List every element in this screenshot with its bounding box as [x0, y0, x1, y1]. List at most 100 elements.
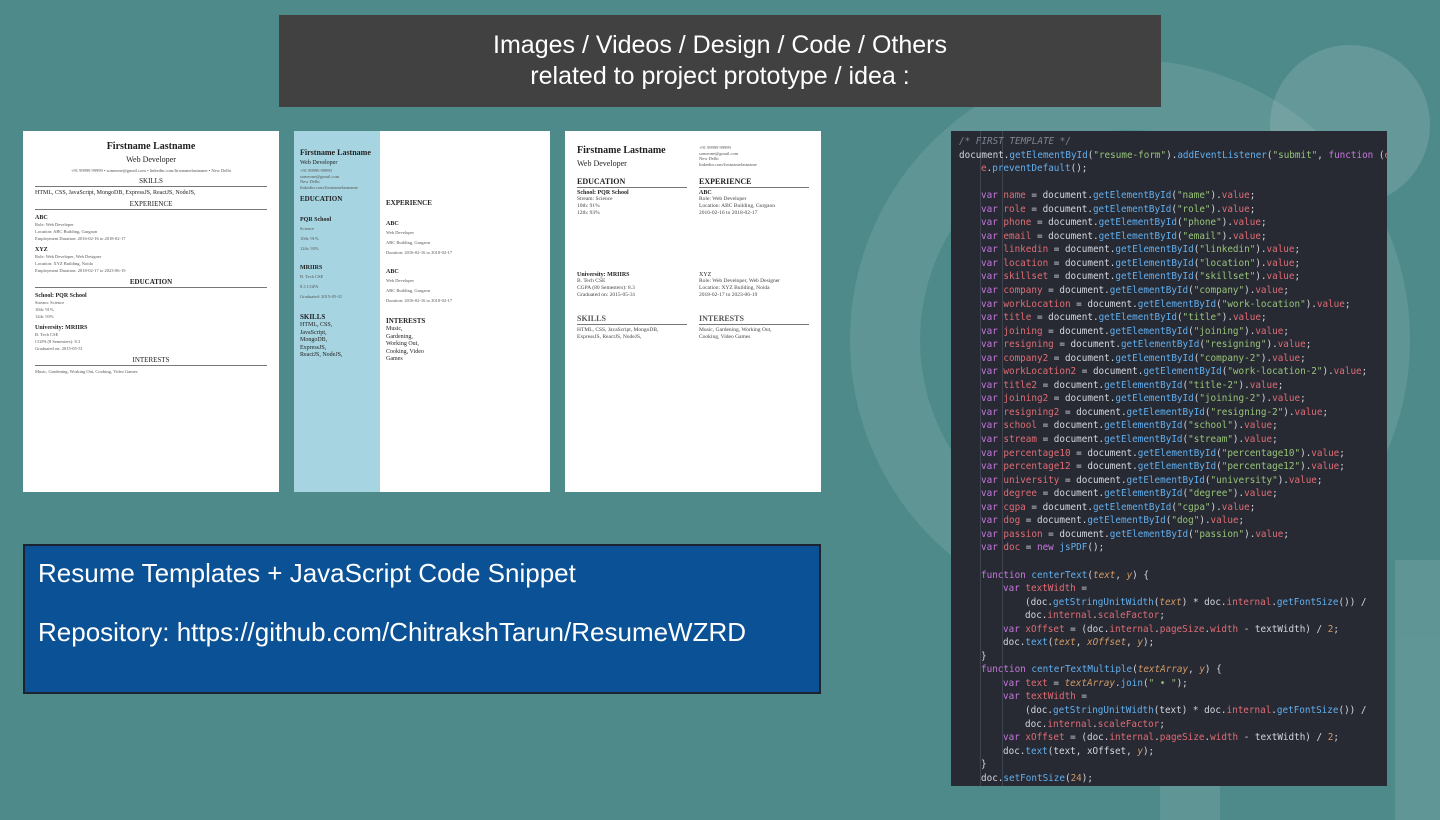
code-token: ). [1255, 257, 1267, 269]
code-token: setFontSize [1003, 772, 1065, 784]
code-token: ; [1159, 718, 1165, 730]
code-token: value [1221, 203, 1250, 215]
code-token: = document. [1025, 190, 1093, 202]
code-token: value [1288, 474, 1317, 486]
code-token: getElementById [1092, 203, 1172, 215]
code-token: getElementById [1087, 515, 1166, 527]
code-token: getElementById [1115, 244, 1194, 256]
code-token: doc. [1025, 718, 1048, 730]
code-token: ); [1142, 637, 1155, 649]
code-token: getElementById [1120, 339, 1200, 351]
code-token: value [1210, 515, 1239, 527]
code-token: stream [1003, 434, 1037, 446]
code-token: "role" [1176, 203, 1211, 215]
code-token: ; [1333, 732, 1339, 744]
code-token: dog [1003, 515, 1021, 527]
code-token: ). [1221, 217, 1233, 229]
code-token: getElementById [1143, 366, 1222, 378]
code-token: = document. [1036, 488, 1105, 500]
resume-right-column: EXPERIENCE ABC Web Developer ABC Buildin… [386, 131, 546, 364]
code-token: title2 [1003, 379, 1037, 391]
code-token: = document. [1070, 447, 1138, 459]
code-token: "dog" [1171, 515, 1200, 527]
code-token: getElementById [1115, 352, 1194, 364]
code-token: resigning2 [1003, 406, 1060, 418]
code-token: workLocation [1003, 298, 1071, 310]
code-token: "title" [1182, 312, 1222, 324]
code-token: ). [1199, 515, 1211, 527]
job-company: ABC [386, 269, 399, 275]
code-token: = document. [1020, 515, 1088, 527]
code-token: = document. [1042, 285, 1110, 297]
code-token: resigning [1003, 339, 1054, 351]
job-detail: Duration: 2016-02-16 to 2018-02-17 [386, 250, 453, 255]
code-token: getElementById [1126, 474, 1205, 486]
header-line-2: related to project prototype / idea : [530, 62, 910, 90]
code-token: ; [1283, 528, 1289, 540]
code-token: getElementById [1137, 298, 1217, 310]
code-token: , [1126, 637, 1138, 649]
resume-contact: +91 99999 99999 someone@gmail.com New De… [300, 168, 378, 190]
section-heading-skills: SKILLS [300, 313, 326, 321]
section-heading-skills: SKILLS [577, 314, 687, 325]
university-detail: B. Tech CSE [577, 278, 606, 284]
code-token: ). [1244, 528, 1256, 540]
code-token: getElementById [1098, 217, 1177, 229]
code-token: ); [1081, 772, 1093, 784]
interests-line: Gardening, [386, 333, 413, 340]
code-token: "passion" [1193, 528, 1245, 540]
code-token: ). [1210, 501, 1222, 513]
repository-link[interactable]: Repository: https://github.com/Chitraksh… [38, 617, 746, 648]
job-detail: Employment Duration: 2016-02-16 to 2018-… [35, 236, 126, 241]
code-token: location [1003, 257, 1049, 269]
code-token: "name" [1176, 190, 1211, 202]
code-token: = document. [1031, 230, 1099, 242]
code-token: = document. [1070, 461, 1138, 473]
code-token: ). [1238, 379, 1250, 391]
code-token: 24 [1070, 772, 1082, 784]
code-token: var [1003, 677, 1026, 689]
code-token: ). [1221, 230, 1233, 242]
code-token: value [1311, 447, 1340, 459]
code-token: centerTextMultiple [1031, 664, 1133, 676]
code-token: "percentage10" [1221, 447, 1301, 459]
resume-name: Firstname Lastname [106, 141, 196, 152]
code-token: doc [1003, 542, 1021, 554]
code-token: ) { [1204, 664, 1222, 676]
code-token: company [1003, 285, 1043, 297]
code-line: var linkedin = document.getElementById("… [951, 243, 1387, 257]
code-token: var [981, 461, 1004, 473]
school-detail: 10th: 91% [577, 203, 600, 209]
code-line: function centerText(text, y) { [951, 569, 1387, 583]
job-detail: Web Developer [386, 278, 414, 283]
code-token: (text, xOffset, [1047, 745, 1138, 757]
code-snippet-panel: /* FIRST TEMPLATE */document.getElementB… [951, 131, 1387, 786]
university-detail: B. Tech CSE [300, 274, 324, 279]
skills-line: HTML, CSS, [300, 322, 333, 328]
code-token: value [1272, 352, 1301, 364]
interests-line: Music, Gardening, Working Out, [699, 327, 772, 333]
code-line: var xOffset = (doc.internal.pageSize.wid… [951, 731, 1387, 745]
code-lines: /* FIRST TEMPLATE */document.getElementB… [951, 135, 1387, 785]
section-heading-interests: INTERESTS [35, 356, 267, 366]
code-token: var [981, 474, 1004, 486]
code-token: ). [1210, 190, 1222, 202]
code-line: var company2 = document.getElementById("… [951, 352, 1387, 366]
job-detail: Location: XYZ Building, Noida [699, 285, 770, 291]
school-name: PQR School [300, 217, 332, 223]
code-token: "resigning" [1204, 339, 1267, 351]
code-token: scaleFactor [1097, 610, 1160, 622]
code-token: var [981, 190, 1004, 202]
code-token: = document. [1048, 244, 1116, 256]
code-token: ) { [1132, 569, 1149, 581]
code-token: value [1221, 190, 1250, 202]
code-token: ; [1316, 474, 1323, 486]
resume-name: Firstname Lastname [300, 148, 371, 157]
code-token: getElementById [1109, 285, 1189, 297]
code-token: "email" [1182, 230, 1222, 242]
code-token: "work-location-2" [1227, 366, 1323, 378]
code-token: getElementById [1092, 190, 1172, 202]
code-token: text [1159, 596, 1182, 608]
code-line: doc.text(text, xOffset, y); [951, 636, 1387, 650]
